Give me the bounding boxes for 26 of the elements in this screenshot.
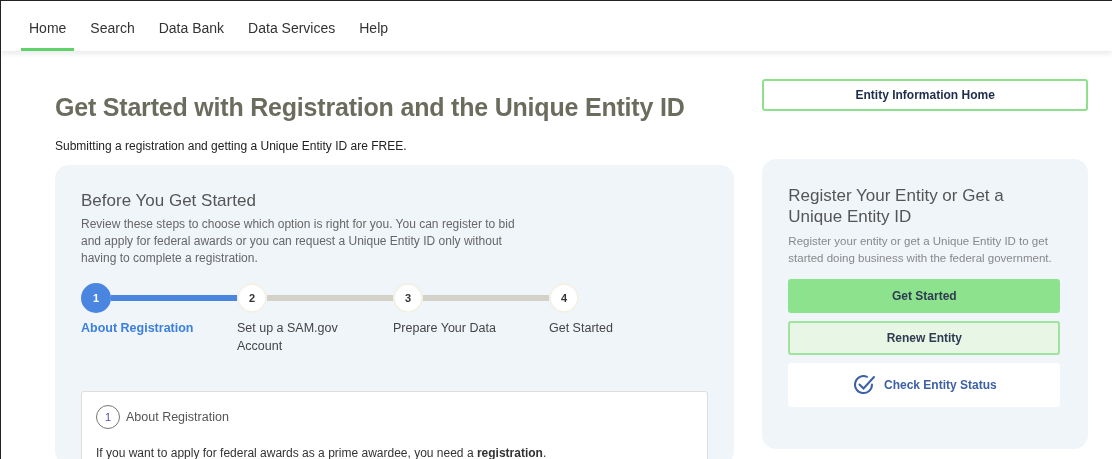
nav-tab[interactable]: Home <box>21 1 75 51</box>
step-number[interactable]: 4 <box>549 283 579 313</box>
status-button[interactable]: Check Entity Status <box>788 363 1061 407</box>
page-subtitle: Submitting a registration and getting a Unique Entity ID are FREE. <box>55 139 408 153</box>
panel-title: About Registration <box>126 410 229 424</box>
section-heading: Before You Get Started <box>81 191 257 211</box>
card-description: Register your entity or get a Unique Entity ID to get started doing business with the federal government. <box>788 234 1053 266</box>
renew-button[interactable]: Renew Entity <box>788 321 1061 355</box>
step-label[interactable]: Prepare Your Data <box>393 319 523 337</box>
check-circle-icon <box>851 373 876 397</box>
step-label[interactable]: About Registration <box>81 319 211 337</box>
entity-home-button[interactable]: Entity Information Home <box>762 79 1088 111</box>
step-number[interactable]: 1 <box>81 283 111 313</box>
nav-tab[interactable]: Data Bank <box>150 1 233 51</box>
step-label[interactable]: Set up a SAM.gov Account <box>237 319 367 355</box>
get-started-button[interactable]: Get Started <box>788 279 1061 313</box>
nav-tab[interactable]: Help <box>351 1 397 51</box>
card-heading: Register Your Entity or Get a Unique Entity ID <box>788 185 1005 227</box>
panel-text: If you want to apply for federal awards as a prime awardee, you need a registration. <box>96 446 548 459</box>
nav-tab[interactable]: Search <box>82 1 143 51</box>
step-number[interactable]: 3 <box>393 283 423 313</box>
section-description: Review these steps to choose which option is right for you. You can register to bid and apply for federal awards or you can request a Unique Entity ID only without having to complete a registration. <box>81 216 516 267</box>
page-title: Get Started with Registration and the Unique Entity ID <box>55 92 686 123</box>
nav-tab[interactable]: Data Services <box>240 1 344 51</box>
step-label[interactable]: Get Started <box>549 319 679 337</box>
step-number[interactable]: 2 <box>237 283 267 313</box>
